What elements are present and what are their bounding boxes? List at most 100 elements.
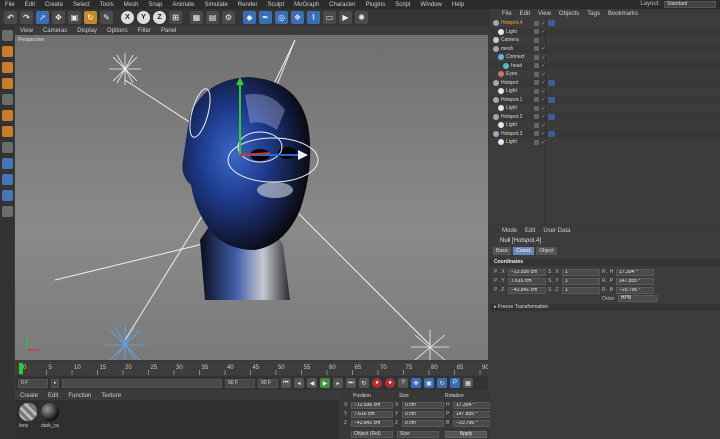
record-parameter-icon[interactable]: P [450,378,460,388]
material-menu-edit[interactable]: Edit [43,393,63,399]
menu-edit[interactable]: Edit [20,2,40,8]
subdivision-surface-icon[interactable]: ◎ [275,11,288,24]
preview-range-slider[interactable] [62,378,222,388]
scale-field[interactable]: 1 [562,268,600,276]
material-menu-create[interactable]: Create [15,393,43,399]
record-active-objects-icon[interactable]: ● [372,378,382,388]
viewport-menu-cameras[interactable]: Cameras [38,28,72,34]
pen-spline-icon[interactable]: ✒ [259,11,272,24]
target-tag-icon[interactable] [548,96,555,103]
object-menu-edit[interactable]: Edit [516,11,534,17]
coordinate-mode-select[interactable]: Object (Rel) [351,431,393,438]
camera-icon[interactable]: ▶ [339,11,352,24]
object-row[interactable]: Connect ✓ [490,53,720,61]
autokeying-icon[interactable]: ● [385,378,395,388]
visibility-dots-icon[interactable] [534,88,539,94]
go-to-start-icon[interactable]: ⏮ [281,378,291,388]
menu-window[interactable]: Window [416,2,447,8]
visibility-dots-icon[interactable] [534,71,539,77]
viewport-menu-filter[interactable]: Filter [133,28,156,34]
menu-mograph[interactable]: MoGraph [289,2,324,8]
cube-primitive-icon[interactable]: ◆ [243,11,256,24]
viewport-menu-panel[interactable]: Panel [156,28,181,34]
next-key-icon[interactable]: ▸ [333,378,343,388]
light-star-icon[interactable] [109,53,141,85]
tab-coord[interactable]: Coord. [513,247,535,255]
coordinate-system-icon[interactable]: ⊞ [169,11,182,24]
rotation-field[interactable]: 17.304 ° [453,401,495,409]
edges-mode-icon[interactable] [1,110,13,121]
menu-snap[interactable]: Snap [143,2,167,8]
light-star-icon[interactable] [411,330,449,360]
model-mode-icon[interactable] [1,46,13,57]
object-row[interactable]: Light ✓ [490,121,720,129]
go-to-end-icon[interactable]: ⏭ [346,378,356,388]
attribute-menu-edit[interactable]: Edit [521,228,539,234]
object-row[interactable]: Light ✓ [490,87,720,95]
z-axis-lock-button[interactable]: Z [153,11,166,24]
render-picture-viewer-icon[interactable]: ▤ [206,11,219,24]
loop-icon[interactable]: ↻ [359,378,369,388]
object-row[interactable]: head ✓ [490,61,720,70]
visibility-dots-icon[interactable] [534,63,539,68]
menu-simulate[interactable]: Simulate [199,2,232,8]
redo-icon[interactable]: ↷ [20,11,33,24]
render-view-icon[interactable]: ▦ [190,11,203,24]
menu-character[interactable]: Character [324,2,360,8]
play-forwards-icon[interactable]: ▶ [320,378,330,388]
material-menu-function[interactable]: Function [63,393,96,399]
object-manager-divider[interactable] [545,19,546,224]
object-row[interactable]: Hotspot.3 ✓ [490,129,720,138]
make-editable-icon[interactable] [1,30,13,41]
workplane-icon[interactable] [1,190,13,201]
visibility-dots-icon[interactable] [534,139,539,145]
undo-icon[interactable]: ↶ [4,11,17,24]
visibility-dots-icon[interactable] [534,37,539,43]
live-selection-icon[interactable]: ➚ [36,11,49,24]
object-menu-bookmarks[interactable]: Bookmarks [604,11,642,17]
object-row[interactable]: Hotspot.2 ✓ [490,112,720,121]
rotate-tool-icon[interactable]: ↻ [84,11,97,24]
position-field[interactable]: −42.841 cm [351,419,393,427]
menu-create[interactable]: Create [40,2,68,8]
object-row[interactable]: Eyes ✓ [490,70,720,78]
texture-mode-icon[interactable] [1,62,13,73]
object-row[interactable]: Light ✓ [490,27,720,36]
keyframe-selection-icon[interactable]: ? [398,378,408,388]
current-frame-field[interactable]: 0 F [18,378,48,388]
attribute-menu-mode[interactable]: Mode [498,228,521,234]
render-settings-icon[interactable]: ⚙ [222,11,235,24]
y-axis-lock-button[interactable]: Y [137,11,150,24]
layout-select[interactable]: Standard [664,1,716,8]
visibility-dots-icon[interactable] [534,131,539,136]
move-tool-icon[interactable]: ✥ [52,11,65,24]
visibility-dots-icon[interactable] [534,105,539,111]
viewport-menu-options[interactable]: Options [102,28,133,34]
perspective-viewport[interactable]: Perspective [15,35,488,360]
menu-mesh[interactable]: Mesh [119,2,144,8]
target-tag-icon[interactable] [548,130,555,137]
viewport-menu-view[interactable]: View [15,28,38,34]
material-swatch-dark[interactable] [41,403,59,421]
material-manager-area[interactable]: lens dark_ca [15,400,339,439]
material-swatch-lens[interactable] [19,403,37,421]
object-row[interactable]: Light ✓ [490,138,720,146]
light-icon[interactable]: ✺ [355,11,368,24]
object-row[interactable]: Hotspot.1 ✓ [490,95,720,104]
tweak-mode-icon[interactable] [1,158,13,169]
menu-plugins[interactable]: Plugins [361,2,391,8]
previous-key-icon[interactable]: ◂ [294,378,304,388]
object-menu-file[interactable]: File [498,11,516,17]
visibility-dots-icon[interactable] [534,97,539,102]
record-rotation-icon[interactable]: ↻ [437,378,447,388]
timeline-ruler[interactable]: 0 5 10 15 20 25 30 35 40 45 50 55 60 65 70 75 80 85 90 [15,362,488,375]
record-scale-icon[interactable]: ▣ [424,378,434,388]
head-mesh[interactable] [182,77,311,250]
size-mode-select[interactable]: Size [397,431,439,438]
size-field[interactable]: 0 cm [402,401,444,409]
end-frame-field-2[interactable]: 90 F [258,378,278,388]
end-frame-field[interactable]: 90 F [225,378,255,388]
freeze-transformation-section[interactable]: ▸ Freeze Transformation [490,304,720,311]
object-row[interactable]: Hotspot.4 ✓ [490,19,720,27]
tab-basic[interactable]: Basic [493,247,512,255]
